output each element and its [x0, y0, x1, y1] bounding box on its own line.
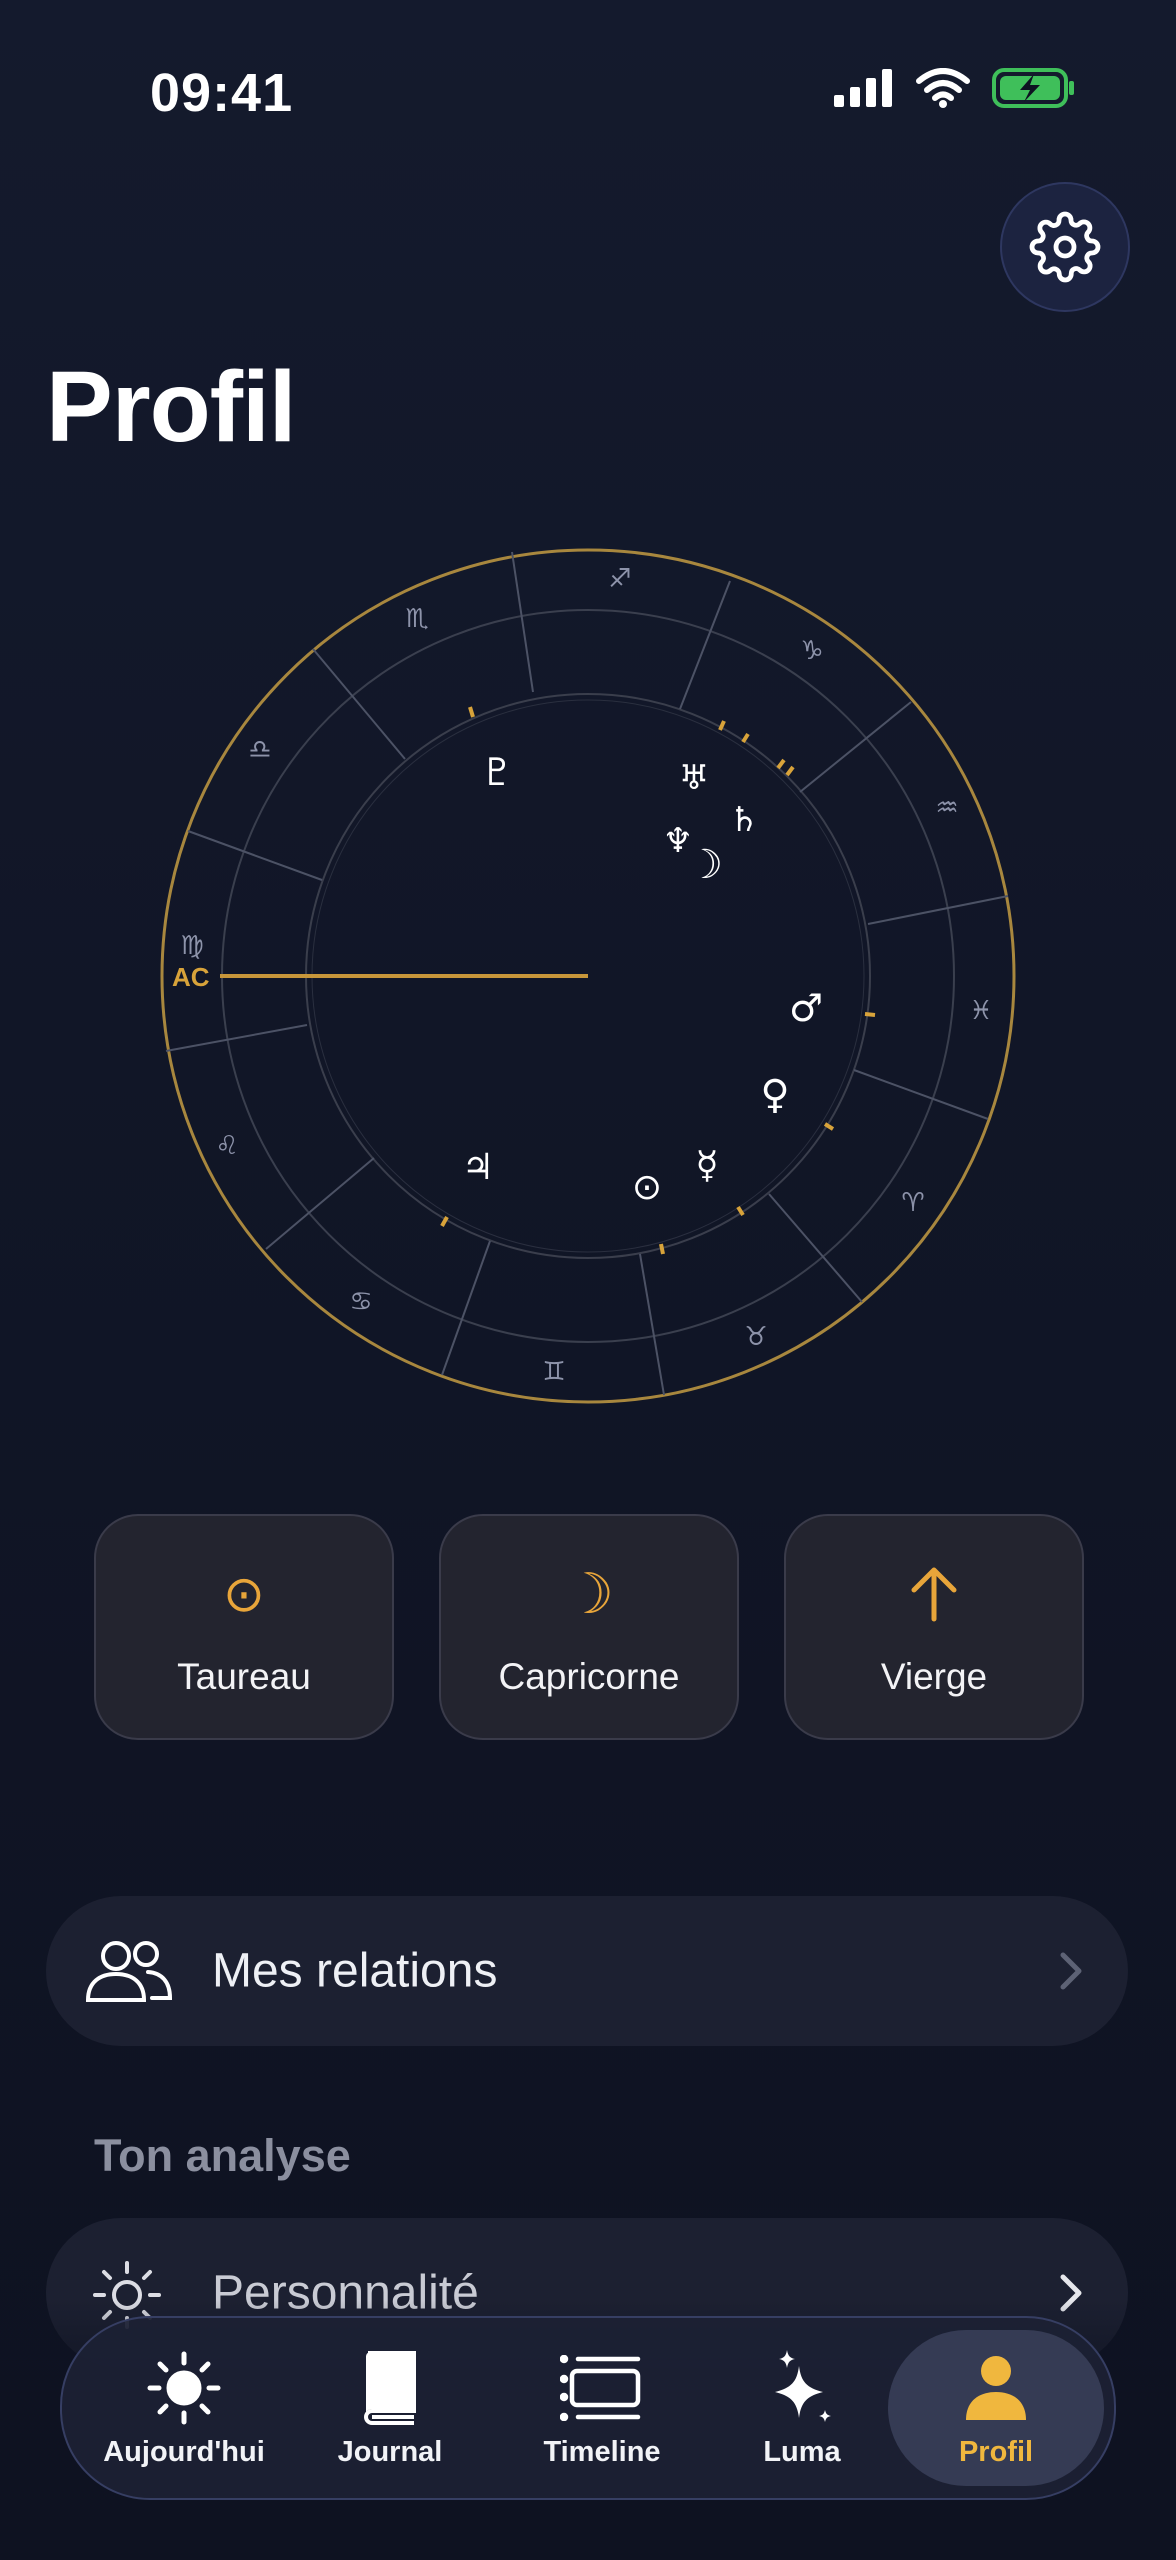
zodiac-taurus-glyph: ♉: [744, 1322, 768, 1352]
tab-today-label: Aujourd'hui: [103, 2436, 265, 2468]
pluto-glyph: ♇: [479, 750, 515, 794]
zodiac-gemini-glyph: ♊: [542, 1357, 566, 1387]
jupiter-glyph: ♃: [461, 1147, 495, 1188]
tab-luma-label: Luma: [763, 2436, 841, 2468]
relations-row[interactable]: Mes relations: [46, 1896, 1128, 2046]
sun-icon: [147, 2351, 221, 2425]
chevron-right-icon: [1060, 1952, 1082, 1990]
status-time: 09:41: [150, 63, 294, 123]
tab-profile[interactable]: Profil: [888, 2318, 1104, 2498]
venus-glyph: ♀: [760, 1072, 790, 1118]
settings-button[interactable]: [1000, 182, 1130, 312]
zodiac-aquarius-glyph: ♒: [935, 793, 959, 823]
tab-timeline-label: Timeline: [543, 2436, 661, 2468]
zodiac-libra-glyph: ♎: [248, 735, 272, 765]
zodiac-virgo-glyph: ♍: [180, 931, 204, 961]
zodiac-aries-glyph: ♈: [901, 1188, 925, 1218]
tab-journal-label: Journal: [337, 2436, 443, 2468]
timeline-icon: [560, 2355, 641, 2421]
book-icon: [364, 2351, 416, 2425]
zodiac-leo-glyph: ♌: [215, 1131, 239, 1161]
ascendant-card[interactable]: Vierge: [784, 1514, 1084, 1740]
tab-timeline[interactable]: Timeline: [532, 2318, 672, 2498]
tab-luma[interactable]: Luma: [742, 2318, 862, 2498]
chart-rings: [160, 548, 1016, 1404]
wifi-icon: [916, 68, 970, 108]
tab-today[interactable]: Aujourd'hui: [102, 2318, 266, 2498]
status-bar: 09:41: [0, 0, 1176, 190]
person-icon: [966, 2356, 1026, 2420]
mars-glyph: ♂: [788, 986, 824, 1030]
relations-label: Mes relations: [212, 1944, 498, 1998]
signal-icon: [834, 69, 892, 107]
mercury-glyph: ☿: [695, 1143, 719, 1187]
sun-sign-card[interactable]: ⊙ Taureau: [94, 1514, 394, 1740]
zodiac-capricorn-glyph: ♑: [800, 636, 824, 666]
analysis-section-title: Ton analyse: [94, 2130, 351, 2181]
moon-glyph: ☽: [687, 842, 723, 888]
sparkles-icon: [775, 2350, 831, 2422]
sun-sign-label: Taureau: [177, 1656, 311, 1697]
zodiac-sagittarius-glyph: ♐: [608, 564, 632, 594]
tab-profile-label: Profil: [958, 2436, 1034, 2468]
saturn-glyph: ♄: [728, 800, 760, 840]
tab-journal[interactable]: Journal: [320, 2318, 460, 2498]
gear-icon: [1029, 211, 1101, 283]
uranus-glyph: ♅: [678, 758, 710, 798]
zodiac-pisces-glyph: ♓: [969, 996, 993, 1026]
status-icons: [834, 68, 1076, 108]
ascendant-sign-label: Vierge: [880, 1656, 988, 1697]
zodiac-scorpio-glyph: ♏: [405, 604, 429, 634]
page-title: Profil: [46, 351, 297, 463]
zodiac-cancer-glyph: ♋: [349, 1287, 373, 1317]
battery-icon: [992, 68, 1074, 108]
people-icon: [85, 1941, 173, 2002]
natal-chart[interactable]: ♐ ♑ ♒ ♓ ♈ ♉ ♊ ♋ ♌ ♍ ♎ ♏ AC ♇ ♅ ♄ ♆ ☽ ♂ ♀…: [150, 538, 1026, 1414]
arrow-up-icon: [909, 1562, 959, 1626]
moon-icon: ☽: [563, 1561, 615, 1627]
moon-sign-card[interactable]: ☽ Capricorne: [439, 1514, 739, 1740]
sun-glyph: ⊙: [631, 1167, 663, 1208]
tab-bar: Aujourd'hui Journal Timeline Luma Profil: [60, 2316, 1116, 2500]
moon-sign-label: Capricorne: [498, 1656, 680, 1697]
sun-icon: ⊙: [223, 1565, 265, 1623]
ascendant-label: AC: [172, 962, 210, 992]
